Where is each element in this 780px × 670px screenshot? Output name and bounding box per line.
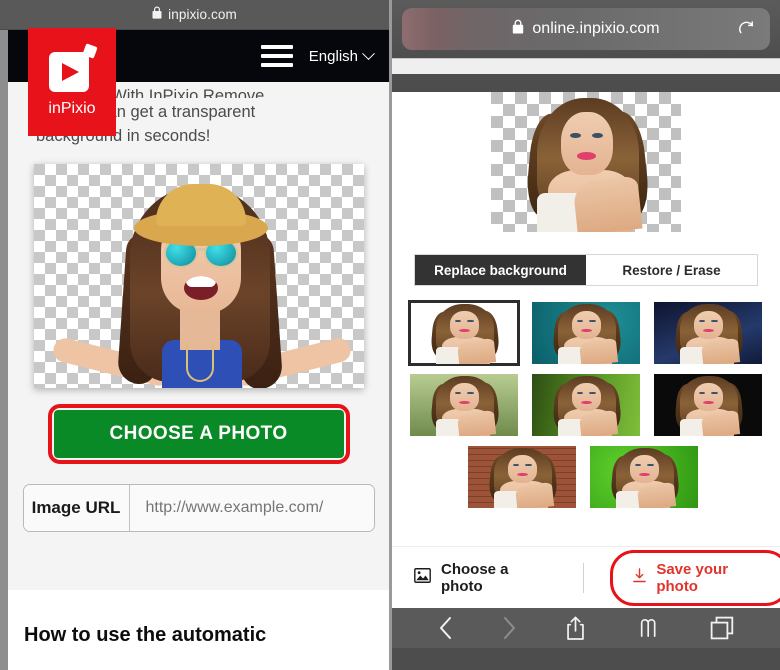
choose-a-photo-button[interactable]: CHOOSE A PHOTO — [53, 410, 344, 458]
right-url-text: online.inpixio.com — [532, 20, 660, 37]
lock-icon — [152, 6, 162, 24]
selfie-necklace — [185, 342, 214, 382]
thumbnail-brick-wall-background[interactable] — [468, 446, 576, 508]
image-url-input[interactable] — [129, 485, 374, 531]
selfie-sunglass-bridge — [196, 248, 206, 251]
left-howto-section: How to use the automatic — [8, 590, 389, 647]
choose-a-photo-footer-button[interactable]: Choose a photo — [414, 561, 549, 595]
share-icon[interactable] — [565, 616, 586, 641]
forward-chevron-icon — [502, 616, 517, 640]
left-browser-url-bar[interactable]: inpixio.com — [0, 0, 389, 30]
reload-icon[interactable] — [737, 20, 756, 39]
hamburger-menu-icon[interactable] — [260, 45, 293, 67]
howto-heading: How to use the automatic — [24, 624, 267, 646]
dual-screenshot-container: inpixio.com English sh easier. With InPi… — [0, 0, 780, 670]
background-thumbnail-grid — [408, 300, 762, 508]
choose-photo-button-wrapper: CHOOSE A PHOTO — [47, 404, 350, 464]
thumbnail-white-background[interactable] — [408, 300, 520, 366]
model-face — [561, 111, 613, 175]
background-mode-tabs: Replace background Restore / Erase — [414, 254, 758, 286]
save-your-photo-label: Save your photo — [656, 560, 729, 595]
tab-restore-erase[interactable]: Restore / Erase — [586, 255, 757, 285]
image-icon — [414, 568, 431, 587]
inpixio-play-logo — [49, 43, 98, 92]
right-url-text-group: online.inpixio.com — [512, 19, 660, 39]
image-url-label: Image URL — [23, 485, 130, 531]
chevron-down-icon — [362, 46, 375, 60]
inpixio-logo-badge: inPixio — [28, 28, 116, 136]
choose-a-photo-footer-label: Choose a photo — [441, 560, 509, 595]
thumbnail-dark-background[interactable] — [654, 374, 762, 436]
thumbnail-forest-background[interactable] — [410, 374, 518, 436]
download-icon — [632, 568, 647, 587]
right-mobile-screenshot: online.inpixio.com Replace background Re… — [389, 0, 780, 670]
left-hero-section: sh easier. With InPixio Remove und you c… — [8, 82, 389, 552]
selfie-hat-crown — [155, 184, 246, 226]
inpixio-logo-text: inPixio — [48, 100, 96, 117]
right-page-content: Replace background Restore / Erase Choos… — [392, 92, 780, 608]
footer-divider — [583, 562, 585, 593]
model-dress — [536, 192, 579, 232]
save-photo-button-wrapper: Save your photo — [610, 549, 780, 606]
right-browser-url-bar[interactable]: online.inpixio.com — [402, 8, 770, 50]
right-browser-chrome: online.inpixio.com — [392, 0, 780, 58]
thumbnail-grass-background[interactable] — [590, 446, 698, 508]
thumbnail-green-leaves-background[interactable] — [532, 374, 640, 436]
right-action-footer: Choose a photo Save your photo — [392, 546, 780, 608]
left-hero-bottom-spacer — [8, 552, 389, 590]
right-preview-image — [491, 92, 681, 232]
thumbnail-teal-background[interactable] — [532, 302, 640, 364]
right-page-top-strip — [392, 58, 780, 74]
language-selector[interactable]: English — [308, 46, 375, 65]
tab-replace-background[interactable]: Replace background — [415, 255, 586, 285]
back-chevron-icon[interactable] — [438, 616, 453, 640]
left-preview-photo — [33, 164, 364, 388]
selfie-mouth — [183, 276, 218, 300]
safari-bottom-toolbar — [392, 608, 780, 648]
image-url-field-group: Image URL — [22, 484, 375, 532]
language-label: English — [308, 47, 358, 65]
left-url-text: inpixio.com — [168, 7, 237, 22]
save-your-photo-button[interactable]: Save your photo — [620, 555, 780, 601]
bookmarks-icon[interactable] — [635, 618, 661, 638]
thumbnail-night-sky-background[interactable] — [654, 302, 762, 364]
tabs-icon[interactable] — [710, 616, 734, 640]
model-lips — [577, 152, 597, 160]
lock-icon — [512, 19, 524, 39]
